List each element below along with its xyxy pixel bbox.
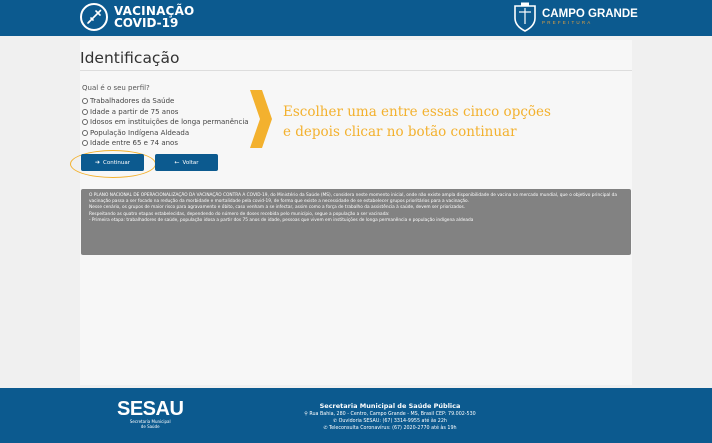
continue-button[interactable]: ➔ Continuar [81, 154, 144, 171]
footer-ouvidoria-line: ✆ Ouvidoria SESAU: (67) 3314-9955 até às… [260, 418, 520, 425]
option-label: Idosos em instituições de longa permanên… [90, 118, 249, 127]
city-crest-icon [514, 2, 536, 32]
annotation-line-1: Escolher uma entre essas cinco opções [283, 104, 551, 120]
arrow-left-icon: ← [174, 159, 180, 166]
footer-teleconsulta-line: ✆ Teleconsulta Coronavírus: (67) 2020-27… [260, 425, 520, 432]
page-title: Identificação [80, 49, 180, 67]
vaccination-plan-notice: O PLANO NACIONAL DE OPERACIONALIZAÇÃO DA… [81, 189, 631, 255]
radio-button[interactable] [82, 129, 88, 136]
sesau-subtitle-2: de Saúde [140, 424, 160, 429]
campo-grande-logo[interactable]: CAMPO GRANDE PREFEITURA [512, 2, 638, 32]
notice-paragraph: - Primeira etapa: trabalhadores de saúde… [89, 217, 474, 223]
option-label: Idade a partir de 75 anos [90, 107, 179, 116]
top-header: VACINAÇÃO COVID-19 CAMPO GRANDE PREFEITU… [0, 0, 712, 36]
city-name: CAMPO GRANDE [542, 8, 638, 20]
arrow-right-icon: ➔ [94, 159, 101, 166]
back-label: Voltar [182, 159, 199, 166]
radio-button[interactable] [82, 108, 88, 115]
vacinacao-logo[interactable]: VACINAÇÃO COVID-19 [80, 3, 194, 31]
footer-teleconsulta[interactable]: Teleconsulta Coronavírus: (67) 2020-2770… [329, 426, 457, 431]
option-idosos-instituicoes[interactable]: Idosos em instituições de longa permanên… [82, 117, 249, 128]
phone-icon: ✆ [333, 419, 338, 424]
profile-options: Trabalhadores da Saúde Idade a partir de… [82, 96, 249, 149]
option-label: Idade entre 65 e 74 anos [90, 139, 178, 148]
logo-subtitle: COVID-19 [114, 16, 179, 30]
sesau-logo[interactable]: SESAU Secretaria Municipal de Saúde [117, 398, 184, 429]
sesau-brand: SESAU [117, 398, 184, 420]
radio-button[interactable] [82, 119, 88, 126]
radio-button[interactable] [82, 98, 88, 105]
footer-contact-info: Secretaria Municipal de Saúde Pública ⚲ … [260, 401, 520, 432]
annotation-line-2: e depois clicar no botão continuar [283, 124, 517, 140]
continue-label: Continuar [103, 159, 130, 166]
city-subtitle: PREFEITURA [542, 20, 593, 25]
profile-question: Qual é o seu perfil? [82, 84, 150, 92]
radio-button[interactable] [82, 140, 88, 147]
option-idade-65-74[interactable]: Idade entre 65 e 74 anos [82, 138, 249, 149]
option-label: Trabalhadores da Saúde [90, 97, 175, 106]
instruction-annotation: Escolher uma entre essas cinco opções e … [283, 102, 623, 142]
location-pin-icon: ⚲ [304, 412, 308, 417]
phone-icon: ✆ [323, 426, 328, 431]
footer-address: Rua Bahia, 280 - Centro, Campo Grande - … [309, 412, 476, 417]
footer-ouvidoria[interactable]: Ouvidoria SESAU: (67) 3314-9955 até às 2… [339, 419, 447, 424]
syringe-icon [80, 3, 108, 31]
chevron-right-icon [250, 90, 272, 148]
option-label: População Indígena Aldeada [90, 128, 190, 137]
notice-paragraph: O PLANO NACIONAL DE OPERACIONALIZAÇÃO DA… [89, 193, 618, 205]
back-button[interactable]: ← Voltar [155, 154, 218, 171]
footer-address-line: ⚲ Rua Bahia, 280 - Centro, Campo Grande … [260, 411, 520, 418]
option-idade-75[interactable]: Idade a partir de 75 anos [82, 107, 249, 118]
footer-org-name: Secretaria Municipal de Saúde Pública [319, 402, 461, 410]
title-divider [80, 70, 632, 71]
option-populacao-indigena[interactable]: População Indígena Aldeada [82, 128, 249, 139]
option-trabalhadores-saude[interactable]: Trabalhadores da Saúde [82, 96, 249, 107]
